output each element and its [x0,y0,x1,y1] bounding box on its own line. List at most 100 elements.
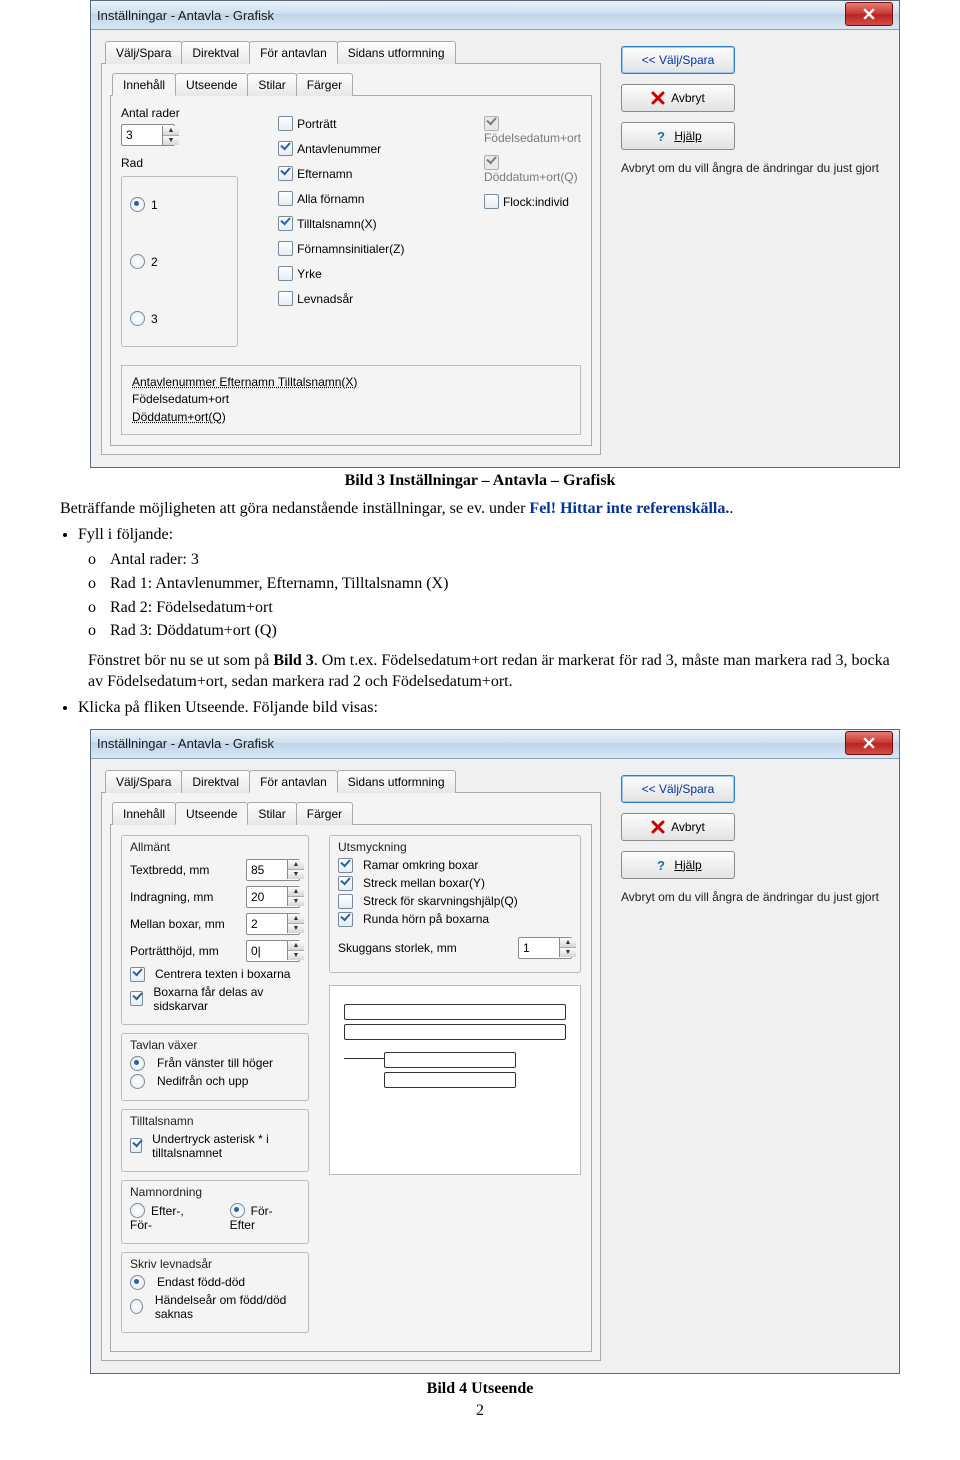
p1-ref-error: Fel! Hittar inte referenskälla. [529,500,729,517]
textbredd-input[interactable]: ▲▼ [246,859,300,881]
subtabs: Innehåll Utseende Stilar Färger [110,72,592,96]
side-help-text: Avbryt om du vill ångra de ändringar du … [621,160,889,176]
chk-ramar[interactable] [338,858,353,873]
hjalp-button-2[interactable]: ? Hjälp [621,851,735,879]
sub-o3: Rad 2: Födelsedatum+ort [88,597,900,619]
subtab-utseende[interactable]: Utseende [175,73,248,96]
valj-spara-label-2: << Välj/Spara [642,782,715,796]
namnordning-title: Namnordning [130,1185,300,1199]
radio-namn-1[interactable] [130,1203,145,1218]
radio-rad-3[interactable] [130,311,145,326]
portratthojd-label: Porträtthöjd, mm [130,944,246,958]
antal-rader-value[interactable] [122,128,162,142]
hjalp-label-2: Hjälp [674,858,701,872]
spinner-icon[interactable]: ▲▼ [287,887,304,906]
chk-centrera[interactable] [130,967,145,982]
help-icon: ? [654,858,668,872]
chk-levnadsar[interactable] [278,291,293,306]
skriv-title: Skriv levnadsår [130,1257,300,1271]
subtab-innehall[interactable]: Innehåll [112,73,176,96]
paragraph-1: Beträffande möjligheten att göra nedanst… [60,498,900,520]
page-number: 2 [60,1402,900,1420]
window-title-2: Inställningar - Antavla - Grafisk [97,736,845,751]
sub-o2: Rad 1: Antavlenummer, Efternamn, Tilltal… [88,573,900,595]
spinner-icon[interactable]: ▲▼ [287,914,304,933]
radio-skriv-2[interactable] [130,1299,143,1314]
chk-efternamn[interactable] [278,166,293,181]
tab2-for-antavlan[interactable]: För antavlan [249,770,338,793]
spinner-icon[interactable]: ▲▼ [287,941,304,960]
subtab2-innehall[interactable]: Innehåll [112,802,176,825]
skugg-input[interactable]: ▲▼ [518,937,572,959]
spinner-icon[interactable]: ▲▼ [559,938,576,957]
chk-antavlenummer[interactable] [278,141,293,156]
close-button-2[interactable] [845,731,893,755]
spinner-icon[interactable]: ▲▼ [162,126,179,145]
indragning-input[interactable]: ▲▼ [246,886,300,908]
textbredd-label: Textbredd, mm [130,863,246,877]
valj-spara-button-2[interactable]: << Välj/Spara [621,775,735,803]
subtab2-stilar[interactable]: Stilar [247,802,296,825]
chk-alla-fornamn[interactable] [278,191,293,206]
chk-streck-skarv[interactable] [338,894,353,909]
subtab-stilar[interactable]: Stilar [247,73,296,96]
sublist: Antal rader: 3 Rad 1: Antavlenummer, Eft… [88,549,900,641]
textbredd-value[interactable] [247,863,287,877]
radio-rad-1[interactable] [130,197,145,212]
chk-boxarna[interactable] [130,991,143,1006]
chk-yrke[interactable] [278,266,293,281]
tab2-direktval[interactable]: Direktval [181,770,250,793]
help-icon: ? [654,129,668,143]
chk-fornamnsinitialer[interactable] [278,241,293,256]
skugg-label: Skuggans storlek, mm [338,941,518,955]
mellan-value[interactable] [247,917,287,931]
preview-line-3: Döddatum+ort(Q) [132,410,226,424]
bullet-klicka: Klicka på fliken Utseende. Följande bild… [78,697,900,719]
group-namnordning: Namnordning Efter-, För- För- Efter [121,1180,309,1244]
chk-tilltalsnamn[interactable] [278,216,293,231]
indragning-value[interactable] [247,890,287,904]
portratthojd-input[interactable]: ▲▼ [246,940,300,962]
radio-namn-2[interactable] [230,1203,245,1218]
bullet-fyll: Fyll i följande: [78,524,900,546]
subtab2-utseende[interactable]: Utseende [175,802,248,825]
tab2-valj-spara[interactable]: Välj/Spara [105,770,182,793]
cancel-icon [651,820,665,834]
radio-skriv-1[interactable] [130,1275,145,1290]
portratthojd-value[interactable] [247,944,287,958]
antal-rader-input[interactable]: ▲▼ [121,124,175,146]
skugg-value[interactable] [519,941,559,955]
chk-undertryck[interactable] [130,1138,142,1153]
tab2-sidans-utformning[interactable]: Sidans utformning [337,770,456,793]
bullet-list-1: Fyll i följande: [78,524,900,546]
close-button[interactable] [845,2,893,26]
side-help-text-2: Avbryt om du vill ångra de ändringar du … [621,889,889,905]
avbryt-button[interactable]: Avbryt [621,84,735,112]
chk-runda[interactable] [338,912,353,927]
hjalp-button[interactable]: ? Hjälp [621,122,735,150]
radio-tavlan-2[interactable] [130,1074,145,1089]
tab-sidans-utformning[interactable]: Sidans utformning [337,41,456,64]
spinner-icon[interactable]: ▲▼ [287,860,304,879]
valj-spara-button[interactable]: << Välj/Spara [621,46,735,74]
preview-box: Antavlenummer Efternamn Tilltalsnamn(X) … [121,365,581,435]
chk-streck-skarv-label: Streck för skarvningshjälp(Q) [363,894,518,908]
tab-for-antavlan[interactable]: För antavlan [249,41,338,64]
chk-portratt[interactable] [278,116,293,131]
avbryt-button-2[interactable]: Avbryt [621,813,735,841]
mellan-input[interactable]: ▲▼ [246,913,300,935]
chk-streck-mellan[interactable] [338,876,353,891]
subtab2-farger[interactable]: Färger [296,802,353,825]
close-icon [863,8,875,20]
subtab-farger[interactable]: Färger [296,73,353,96]
chk-centrera-label: Centrera texten i boxarna [155,967,290,981]
tab-valj-spara[interactable]: Välj/Spara [105,41,182,64]
titlebar: Inställningar - Antavla - Grafisk [91,1,899,30]
radio-rad-2[interactable] [130,254,145,269]
tab-direktval[interactable]: Direktval [181,41,250,64]
chk-ramar-label: Ramar omkring boxar [363,858,478,872]
chk-flock[interactable] [484,194,499,209]
sub-o1: Antal rader: 3 [88,549,900,571]
radio-tavlan-1[interactable] [130,1056,145,1071]
p2a: Fönstret bör nu se ut som på [88,652,273,669]
